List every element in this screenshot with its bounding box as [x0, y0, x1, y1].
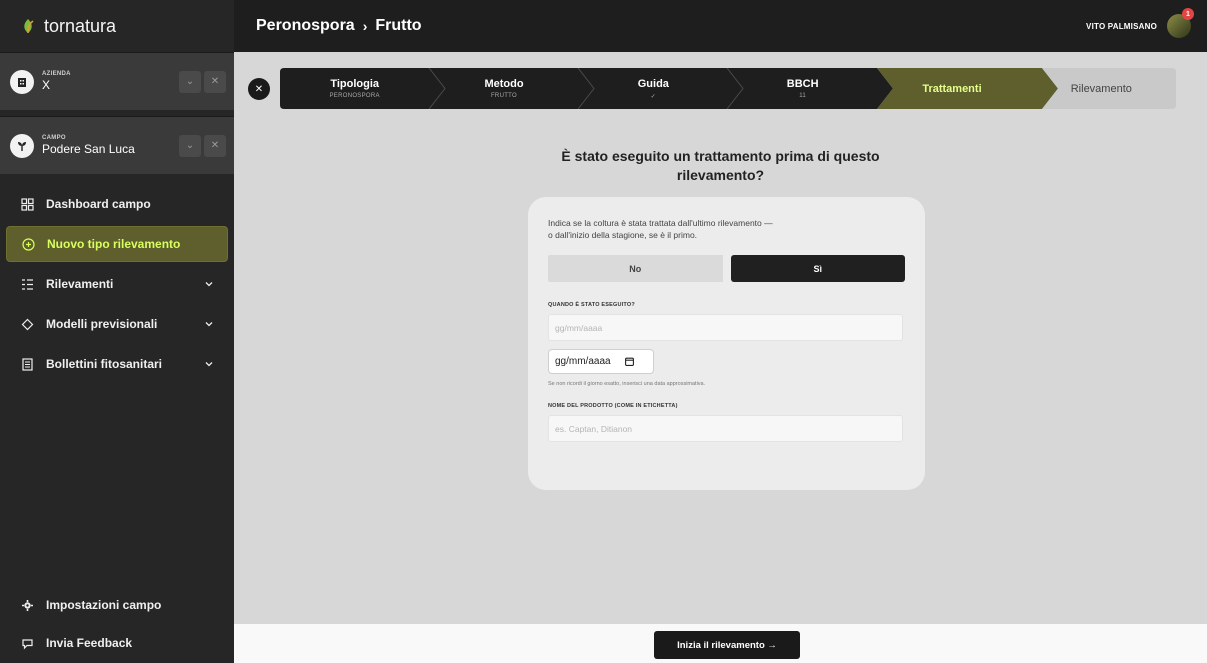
campo-label: CAMPO [42, 135, 66, 141]
sidebar-item-label: Bollettini fitosanitari [46, 357, 163, 371]
sidebar-item-label: Modelli previsionali [46, 317, 158, 331]
building-icon [10, 69, 34, 94]
sidebar-item-impostazioni-campo[interactable]: Impostazioni campo [6, 587, 228, 623]
intro-line-1: Indica se la coltura è stata trattata da… [548, 218, 773, 228]
diamond-icon [20, 317, 34, 331]
top-bar: Peronospora › Frutto VITO PALMISANO 1 [234, 0, 1207, 52]
user-menu[interactable]: VITO PALMISANO 1 [1086, 0, 1194, 52]
list-icon [20, 277, 34, 291]
avatar[interactable]: 1 [1167, 8, 1194, 38]
yes-no-toggle: No Sì [548, 255, 905, 282]
step-rilevamento[interactable]: Rilevamento [1027, 68, 1176, 109]
campo-value: Podere San Luca [42, 142, 135, 156]
chevron-down-icon[interactable] [204, 359, 214, 369]
si-button[interactable]: Sì [730, 255, 905, 282]
gear-icon [20, 598, 34, 612]
sidebar-item-label: Nuovo tipo rilevamento [47, 237, 181, 251]
calendar-icon[interactable] [624, 357, 634, 366]
breadcrumb-separator: › [362, 18, 368, 34]
step-trattamenti[interactable]: Trattamenti [877, 68, 1026, 109]
sidebar-bottom: Impostazioni campo Invia Feedback [0, 587, 234, 663]
grid-icon [20, 197, 34, 211]
step-guida[interactable]: Guida ✓ [579, 68, 728, 109]
close-icon: ✕ [254, 83, 264, 95]
breadcrumb: Peronospora › Frutto [256, 17, 422, 35]
step-title: Trattamenti [922, 82, 982, 95]
sidebar-nav: Dashboard campo Nuovo tipo rilevamento R… [0, 186, 234, 382]
question-line-1: È stato eseguito un trattamento prima di… [561, 148, 880, 164]
notification-badge: 1 [1182, 8, 1194, 20]
sidebar-item-invia-feedback[interactable]: Invia Feedback [6, 625, 228, 661]
form-intro: Indica se la coltura è stata trattata da… [548, 217, 905, 241]
product-field-label: NOME DEL PRODOTTO (COME IN ETICHETTA) [548, 403, 678, 409]
date-hint: Se non ricordi il giorno esatto, inseris… [548, 381, 706, 387]
step-bbch[interactable]: BBCH 11 [728, 68, 877, 109]
step-metodo[interactable]: Metodo FRUTTO [429, 68, 578, 109]
sidebar-item-modelli-previsionali[interactable]: Modelli previsionali [6, 306, 228, 342]
sidebar-item-dashboard-campo[interactable]: Dashboard campo [6, 186, 228, 222]
user-name: VITO PALMISANO [1086, 21, 1157, 31]
action-footer: Inizia il rilevamento → [234, 624, 1207, 663]
date-picker-value: gg/mm/aaaa [555, 356, 611, 367]
step-tipologia[interactable]: Tipologia PERONOSPORA [280, 68, 429, 109]
step-subtitle: PERONOSPORA [329, 93, 380, 99]
treatment-form-card: Indica se la coltura è stata trattata da… [528, 197, 925, 490]
document-icon [20, 357, 34, 371]
sidebar: tornatura AZIENDA X ⌄ ✕ CAMPO Podere San… [0, 0, 234, 663]
sprout-icon [10, 133, 34, 158]
sidebar-item-nuovo-tipo-rilevamento[interactable]: Nuovo tipo rilevamento [6, 226, 228, 262]
step-subtitle: 11 [799, 93, 807, 99]
main-content: ✕ Tipologia PERONOSPORA Metodo FRUTTO Gu… [234, 52, 1207, 624]
azienda-value: X [42, 78, 51, 92]
step-check-icon: ✓ [650, 93, 656, 100]
sidebar-item-label: Impostazioni campo [46, 598, 162, 612]
sidebar-item-bollettini-fitosanitari[interactable]: Bollettini fitosanitari [6, 346, 228, 382]
step-title: BBCH [786, 78, 819, 90]
form-question: È stato eseguito un trattamento prima di… [234, 147, 1207, 185]
date-field-label: QUANDO È STATO ESEGUITO? [548, 302, 635, 308]
intro-line-2: o dall'inizio della stagione, se è il pr… [548, 230, 698, 240]
no-button[interactable]: No [548, 255, 723, 282]
campo-close-icon[interactable]: ✕ [204, 134, 226, 157]
step-title: Rilevamento [1070, 82, 1132, 95]
sidebar-item-label: Rilevamenti [46, 277, 114, 291]
sidebar-item-rilevamenti[interactable]: Rilevamenti [6, 266, 228, 302]
question-line-2: rilevamento? [676, 167, 765, 183]
step-subtitle: FRUTTO [490, 93, 517, 99]
date-text-input[interactable]: gg/mm/aaaa [548, 314, 903, 341]
wizard-stepper: Tipologia PERONOSPORA Metodo FRUTTO Guid… [280, 68, 1176, 109]
chevron-down-icon[interactable] [204, 279, 214, 289]
plus-circle-icon [21, 237, 35, 251]
azienda-selector[interactable]: AZIENDA X ⌄ ✕ [0, 52, 234, 110]
close-wizard-button[interactable]: ✕ [248, 78, 270, 100]
chevron-down-icon[interactable] [204, 319, 214, 329]
app-name: tornatura [44, 15, 117, 36]
campo-chevron-down-icon[interactable]: ⌄ [179, 134, 201, 157]
azienda-chevron-down-icon[interactable]: ⌄ [179, 70, 201, 93]
campo-selector[interactable]: CAMPO Podere San Luca ⌄ ✕ [0, 116, 234, 174]
product-name-input[interactable]: es. Captan, Ditianon [548, 415, 903, 442]
step-title: Guida [637, 77, 669, 90]
sidebar-item-label: Dashboard campo [46, 197, 151, 211]
step-title: Tipologia [330, 78, 379, 90]
date-picker-input[interactable]: gg/mm/aaaa [548, 349, 654, 374]
leaf-logo-icon [24, 19, 34, 34]
azienda-label: AZIENDA [42, 71, 71, 77]
chat-icon [20, 636, 34, 650]
breadcrumb-item-frutto: Frutto [375, 17, 422, 34]
step-title: Metodo [484, 78, 524, 90]
app-logo[interactable]: tornatura [0, 0, 234, 52]
azienda-close-icon[interactable]: ✕ [204, 70, 226, 93]
breadcrumb-item-peronospora[interactable]: Peronospora [256, 17, 355, 35]
start-survey-button[interactable]: Inizia il rilevamento → [654, 631, 800, 659]
sidebar-item-label: Invia Feedback [46, 636, 133, 650]
